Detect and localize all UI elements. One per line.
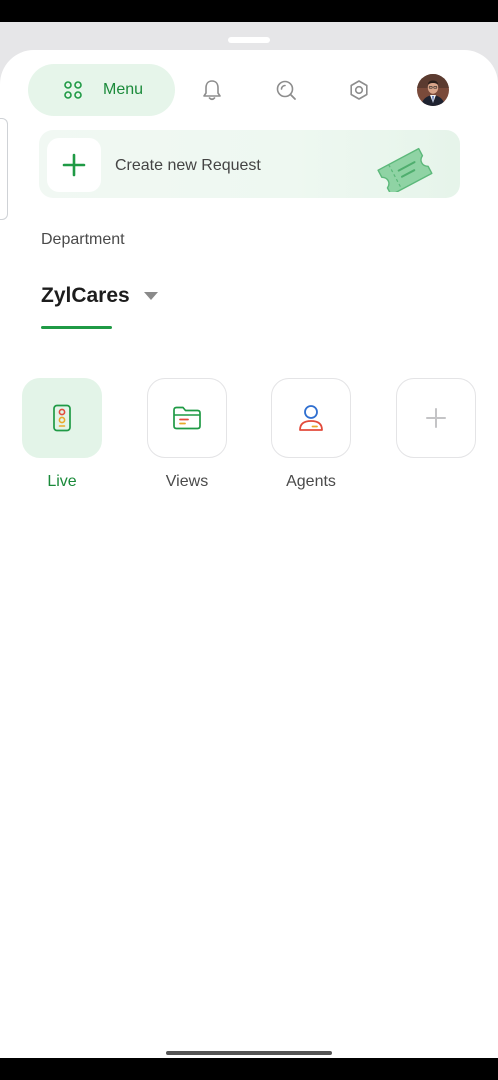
agent-icon [299,405,323,431]
home-indicator[interactable] [166,1051,332,1055]
settings-icon [350,80,368,100]
department-label: Department [41,231,125,248]
navigation-bar [0,1058,498,1080]
plus-icon [62,153,86,177]
department-underline [41,326,112,329]
traffic-light-icon [53,404,71,432]
caret-down-icon [143,292,158,300]
tile-live[interactable] [22,378,102,458]
top-bar: Menu [0,64,498,116]
menu-label: Menu [103,81,144,98]
tile-views[interactable] [147,378,227,458]
create-request-plus-button[interactable] [47,138,101,192]
ticket-icon [377,147,433,192]
status-bar [0,0,498,22]
tile-live-label: Live [47,473,77,490]
search-button[interactable] [273,77,299,103]
tile-agents-label: Agents [286,473,336,490]
department-name: ZylCares [41,284,130,307]
side-edge-tab[interactable] [0,118,8,220]
settings-button[interactable] [346,77,372,103]
tile-views-label: Views [165,473,209,490]
user-photo-icon [417,74,449,106]
search-icon [276,80,296,100]
create-request-label: Create new Request [115,157,261,174]
tile-add[interactable] [396,378,476,458]
sheet-drag-handle[interactable] [228,37,270,43]
notifications-button[interactable] [199,77,225,103]
folder-icon [173,406,201,430]
bell-icon [203,80,221,101]
create-request-card[interactable]: Create new Request [39,130,460,198]
avatar[interactable] [417,74,449,106]
menu-button[interactable]: Menu [28,64,175,116]
bottom-sheet [0,50,498,1058]
grid-icon [64,81,82,99]
department-dropdown[interactable]: ZylCares [41,283,158,309]
add-icon [426,408,446,428]
tile-agents[interactable] [271,378,351,458]
